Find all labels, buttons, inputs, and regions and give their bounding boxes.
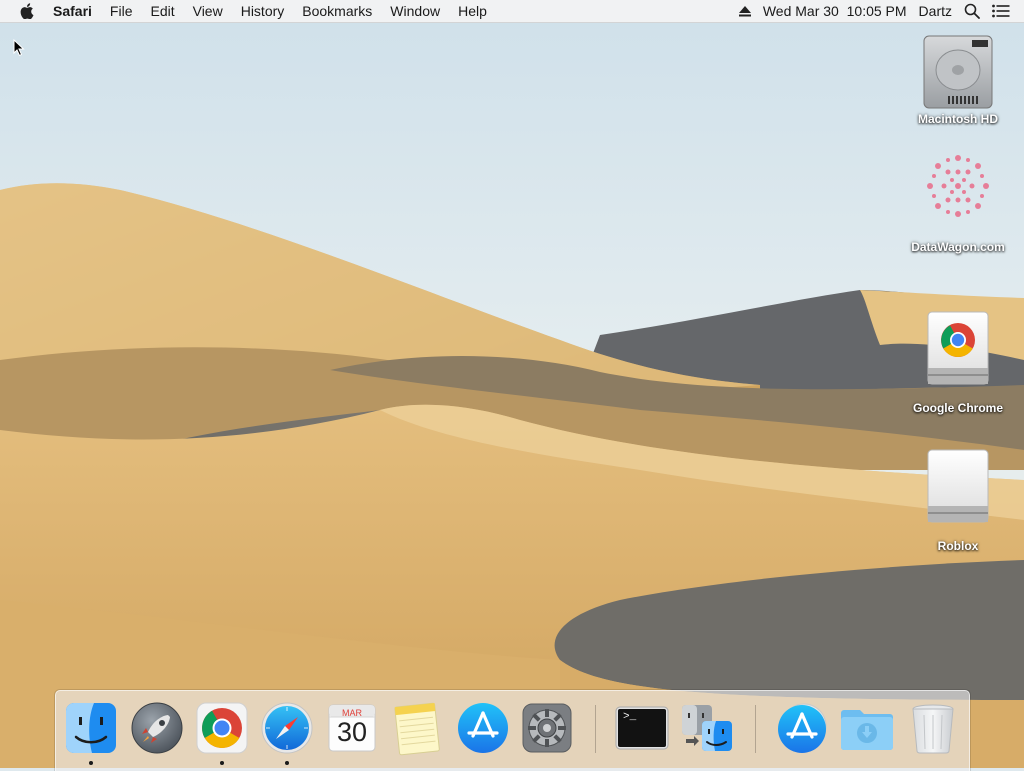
menu-bar: Safari File Edit View History Bookmarks … xyxy=(0,0,1024,23)
external-disk-icon xyxy=(920,446,996,526)
downloads-folder-icon xyxy=(841,710,893,750)
dock-item-terminal[interactable]: >_ xyxy=(613,699,671,757)
app-store-icon xyxy=(458,703,508,753)
dock-item-launchpad[interactable] xyxy=(128,699,186,757)
desktop-icon-google-chrome[interactable]: Google Chrome xyxy=(898,308,1018,415)
menu-history[interactable]: History xyxy=(232,0,294,22)
running-indicator xyxy=(220,761,224,765)
gear-icon xyxy=(522,703,572,753)
desktop-icon-label: Google Chrome xyxy=(912,401,1003,415)
dock-item-notes[interactable] xyxy=(388,699,446,757)
dock-item-safari[interactable] xyxy=(258,699,316,757)
desktop-icon-label: DataWagon.com xyxy=(911,240,1005,254)
hard-drive-icon xyxy=(920,32,996,112)
desktop-wallpaper xyxy=(0,0,1024,768)
dock-item-app-store[interactable] xyxy=(454,699,512,757)
dock-item-google-chrome[interactable] xyxy=(193,699,251,757)
calendar-day: 30 xyxy=(336,717,368,747)
chrome-installer-disk-icon xyxy=(920,308,996,388)
dock-item-downloads-folder[interactable] xyxy=(838,699,896,757)
running-indicator xyxy=(89,761,93,765)
menu-edit[interactable]: Edit xyxy=(141,0,183,22)
finder-icon xyxy=(66,703,116,753)
menu-bookmarks[interactable]: Bookmarks xyxy=(293,0,381,22)
menubar-clock[interactable]: Wed Mar 30 10:05 PM xyxy=(763,0,907,22)
pink-flower-image-icon xyxy=(920,148,996,224)
terminal-icon xyxy=(615,706,669,750)
app-store-stack-icon xyxy=(778,703,827,753)
dock-item-system-preferences[interactable] xyxy=(518,699,576,757)
menubar-user-name[interactable]: Dartz xyxy=(919,0,952,22)
dock-item-app-store-stack[interactable] xyxy=(773,699,831,757)
running-indicator xyxy=(285,761,289,765)
desktop-icon-datawagon[interactable]: DataWagon.com xyxy=(898,148,1018,254)
desktop-icon-macintosh-hd[interactable]: Macintosh HD xyxy=(898,32,1018,126)
mouse-cursor-icon xyxy=(13,39,25,57)
trash-icon xyxy=(912,704,954,754)
chrome-icon xyxy=(196,702,248,754)
migration-assistant-icon xyxy=(682,705,732,751)
notes-icon xyxy=(394,702,440,756)
apple-icon[interactable] xyxy=(18,0,36,22)
app-menu-safari[interactable]: Safari xyxy=(53,0,101,22)
menu-window[interactable]: Window xyxy=(381,0,449,22)
dock-item-trash[interactable] xyxy=(904,699,962,757)
menu-file[interactable]: File xyxy=(101,0,142,22)
eject-icon[interactable] xyxy=(738,0,751,22)
dock-separator xyxy=(755,705,756,753)
dock-separator xyxy=(595,705,596,753)
safari-compass-icon xyxy=(261,702,313,754)
spotlight-search-icon[interactable] xyxy=(964,0,980,22)
dock-item-calendar[interactable]: MAR 30 xyxy=(323,699,381,757)
menu-view[interactable]: View xyxy=(184,0,232,22)
terminal-prompt: >_ xyxy=(623,711,637,723)
notification-center-icon[interactable] xyxy=(992,0,1010,22)
desktop-icon-label: Macintosh HD xyxy=(917,112,998,126)
desktop-icon-roblox[interactable]: Roblox xyxy=(898,446,1018,553)
menu-help[interactable]: Help xyxy=(449,0,496,22)
dock-item-migration-assistant[interactable] xyxy=(678,699,736,757)
launchpad-rocket-icon xyxy=(131,702,183,754)
dock-item-finder[interactable] xyxy=(62,699,120,757)
dock: MAR 30 >_ xyxy=(55,690,970,771)
desktop-icon-label: Roblox xyxy=(937,539,979,553)
